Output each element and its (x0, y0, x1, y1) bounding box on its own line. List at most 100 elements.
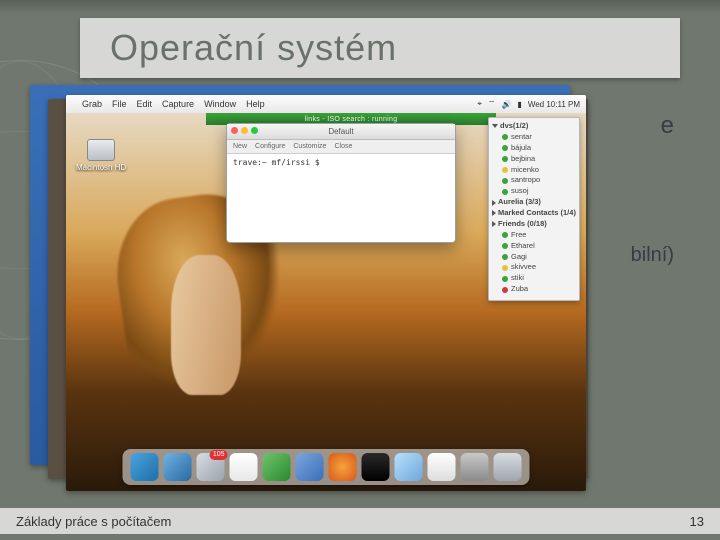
status-dot-icon (502, 145, 508, 151)
status-dot-icon (502, 178, 508, 184)
airport-icon[interactable]: ⌔ (488, 99, 496, 109)
menu-help[interactable]: Help (246, 99, 265, 109)
buddy-name: Etharel (511, 241, 535, 252)
buddy-item[interactable]: santropo (492, 175, 576, 186)
status-dot-icon (502, 232, 508, 238)
textedit-icon[interactable] (428, 453, 456, 481)
menubar-status-area[interactable]: ⌖ ⌔ 🔊 ▮ Wed 10:11 PM (477, 99, 580, 109)
term-tool-new[interactable]: New (233, 143, 247, 150)
status-dot-icon (502, 156, 508, 162)
buddy-name: skivvee (511, 262, 536, 273)
status-dot-icon (502, 276, 508, 282)
buddy-group-header[interactable]: Aurelia (3/3) (492, 197, 576, 208)
finder-icon[interactable] (131, 453, 159, 481)
disclosure-triangle-icon[interactable] (492, 210, 496, 216)
hidden-text-fragment: bilní) (631, 244, 674, 267)
badge-count: 105 (210, 450, 228, 460)
status-dot-icon (502, 265, 508, 271)
bluetooth-icon[interactable]: ⌖ (477, 99, 482, 109)
terminal-titlebar[interactable]: Default (227, 124, 455, 140)
slide-footer: Základy práce s počítačem 13 (0, 508, 720, 534)
mac-dock[interactable]: 105 (123, 449, 530, 485)
buddy-name: Zuba (511, 284, 528, 295)
slide-title: Operační systém (110, 27, 397, 69)
menu-file[interactable]: File (112, 99, 127, 109)
menu-edit[interactable]: Edit (137, 99, 153, 109)
term-tool-configure[interactable]: Configure (255, 143, 285, 150)
minimize-icon[interactable] (241, 127, 248, 134)
menubar-clock[interactable]: Wed 10:11 PM (528, 100, 580, 109)
preview-icon[interactable] (395, 453, 423, 481)
top-accent (0, 0, 720, 14)
mail-icon[interactable]: 105 (197, 453, 225, 481)
status-dot-icon (502, 189, 508, 195)
disclosure-triangle-icon[interactable] (492, 200, 496, 206)
buddy-name: bejbina (511, 154, 535, 165)
trash-icon[interactable] (494, 453, 522, 481)
screenshot-stack: Grab File Edit Capture Window Help ⌖ ⌔ 🔊… (30, 85, 590, 485)
ical-icon[interactable] (230, 453, 258, 481)
buddy-group-label: Aurelia (3/3) (498, 197, 541, 208)
buddy-group-header[interactable]: dvs(1/2) (492, 121, 576, 132)
buddy-name: bájula (511, 143, 531, 154)
buddy-list-window[interactable]: dvs(1/2)sentarbájulabejbinamicenkosantro… (488, 117, 580, 301)
buddy-name: stiki (511, 273, 524, 284)
buddy-item[interactable]: micenko (492, 165, 576, 176)
buddy-name: sentar (511, 132, 532, 143)
buddy-name: Gagi (511, 252, 527, 263)
status-dot-icon (502, 167, 508, 173)
sysprefs-icon[interactable] (461, 453, 489, 481)
buddy-item[interactable]: Zuba (492, 284, 576, 295)
disk-icon (87, 139, 115, 161)
disk-label: Macintosh HD (76, 163, 126, 172)
buddy-item[interactable]: skivvee (492, 262, 576, 273)
hidden-text-fragment: e (661, 112, 674, 140)
buddy-name: susoj (511, 186, 529, 197)
terminal-icon[interactable] (362, 453, 390, 481)
disclosure-triangle-icon[interactable] (492, 221, 496, 227)
footer-text: Základy práce s počítačem (16, 514, 171, 529)
mac-menubar[interactable]: Grab File Edit Capture Window Help ⌖ ⌔ 🔊… (66, 95, 586, 113)
buddy-name: santropo (511, 175, 540, 186)
term-tool-close[interactable]: Close (334, 143, 352, 150)
buddy-group-header[interactable]: Friends (0/18) (492, 219, 576, 230)
terminal-toolbar[interactable]: New Configure Customize Close (227, 140, 455, 154)
menu-grab[interactable]: Grab (82, 99, 102, 109)
itunes-icon[interactable] (296, 453, 324, 481)
menu-window[interactable]: Window (204, 99, 236, 109)
buddy-item[interactable]: susoj (492, 186, 576, 197)
buddy-group-label: Friends (0/18) (498, 219, 547, 230)
buddy-item[interactable]: stiki (492, 273, 576, 284)
disclosure-triangle-icon[interactable] (492, 124, 498, 128)
terminal-prompt: trave:~ mf/irssi $ (233, 158, 320, 167)
buddy-name: Free (511, 230, 526, 241)
zoom-icon[interactable] (251, 127, 258, 134)
buddy-item[interactable]: Free (492, 230, 576, 241)
buddy-group-header[interactable]: Marked Contacts (1/4) (492, 208, 576, 219)
terminal-window[interactable]: Default New Configure Customize Close tr… (226, 123, 456, 243)
status-dot-icon (502, 243, 508, 249)
buddy-item[interactable]: bejbina (492, 154, 576, 165)
close-icon[interactable] (231, 127, 238, 134)
slide-title-bar: Operační systém (80, 18, 680, 78)
buddy-item[interactable]: Gagi (492, 252, 576, 263)
menu-capture[interactable]: Capture (162, 99, 194, 109)
volume-icon[interactable]: 🔊 (501, 100, 511, 109)
safari-icon[interactable] (164, 453, 192, 481)
buddy-item[interactable]: Etharel (492, 241, 576, 252)
terminal-title: Default (328, 127, 353, 136)
status-dot-icon (502, 134, 508, 140)
buddy-group-label: dvs(1/2) (500, 121, 528, 132)
status-dot-icon (502, 287, 508, 293)
buddy-item[interactable]: bájula (492, 143, 576, 154)
term-tool-customize[interactable]: Customize (293, 143, 326, 150)
buddy-group-label: Marked Contacts (1/4) (498, 208, 576, 219)
page-number: 13 (690, 514, 704, 529)
battery-icon[interactable]: ▮ (517, 100, 521, 109)
ichat-icon[interactable] (263, 453, 291, 481)
macos-screenshot-layer: Grab File Edit Capture Window Help ⌖ ⌔ 🔊… (66, 95, 586, 491)
firefox-icon[interactable] (329, 453, 357, 481)
macintosh-hd-icon[interactable]: Macintosh HD (76, 139, 126, 172)
terminal-body[interactable]: trave:~ mf/irssi $ (227, 154, 455, 171)
buddy-item[interactable]: sentar (492, 132, 576, 143)
